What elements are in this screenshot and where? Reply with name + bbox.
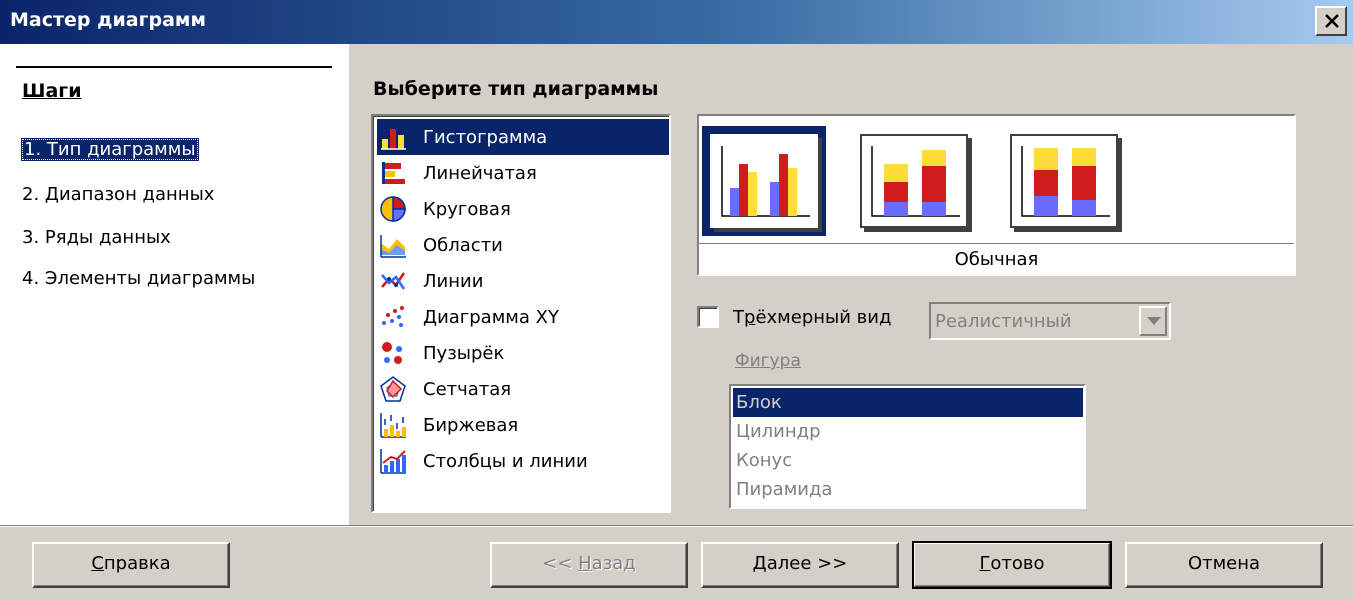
chart-type-label: Линейчатая <box>423 162 537 184</box>
chart-type-label: Пузырёк <box>423 342 505 364</box>
step-data-series[interactable]: 3. Ряды данных <box>22 227 171 248</box>
cancel-button[interactable]: Отмена <box>1125 542 1323 588</box>
variant-stacked[interactable] <box>852 126 976 236</box>
chart-type-list[interactable]: Гистограмма Линейчатая Круговая Области <box>371 114 671 513</box>
normal-variant-icon <box>721 146 810 217</box>
stock-chart-icon <box>380 413 406 438</box>
stacked-variant-icon <box>871 146 960 217</box>
bar-chart-icon <box>382 162 405 184</box>
column-line-chart-icon <box>380 449 406 474</box>
pie-chart-icon <box>380 196 406 222</box>
chart-variant-gallery: Обычная <box>697 114 1296 276</box>
line-chart-icon <box>381 272 406 290</box>
variant-label: Обычная <box>699 243 1294 274</box>
steps-heading: Шаги <box>22 80 82 102</box>
chart-type-label: Диаграмма XY <box>423 306 559 328</box>
chart-type-label: Биржевая <box>423 414 519 436</box>
steps-separator <box>16 66 332 68</box>
chart-type-line[interactable]: Линии <box>377 263 669 299</box>
chart-type-area[interactable]: Области <box>377 227 669 263</box>
chart-type-bar[interactable]: Линейчатая <box>377 155 669 191</box>
percent-stacked-variant-icon <box>1021 146 1110 217</box>
three-d-label[interactable]: Трёхмерный вид <box>733 307 891 328</box>
close-button[interactable] <box>1315 6 1347 36</box>
chart-type-pie[interactable]: Круговая <box>377 191 669 227</box>
shape-item-cone[interactable]: Конус <box>733 446 1083 475</box>
window-title: Мастер диаграмм <box>10 9 206 31</box>
step-chart-elements[interactable]: 4. Элементы диаграммы <box>22 268 255 289</box>
column-chart-icon <box>381 129 406 150</box>
close-icon <box>1325 14 1339 28</box>
chart-type-bubble[interactable]: Пузырёк <box>377 335 669 371</box>
chart-type-label: Столбцы и линии <box>423 450 588 472</box>
bubble-chart-icon <box>382 342 402 364</box>
shape-item-cylinder[interactable]: Цилиндр <box>733 417 1083 446</box>
scheme-value: Реалистичный <box>935 311 1072 332</box>
chart-type-label: Линии <box>423 270 484 292</box>
chart-type-xy[interactable]: Диаграмма XY <box>377 299 669 335</box>
step-chart-type[interactable]: 1. Тип диаграммы <box>21 138 199 161</box>
chart-type-label: Области <box>423 234 503 256</box>
help-button[interactable]: Справка <box>32 542 230 588</box>
chart-type-column-line[interactable]: Столбцы и линии <box>377 443 669 479</box>
chart-type-label: Круговая <box>423 198 511 220</box>
three-d-checkbox[interactable] <box>697 306 719 328</box>
dropdown-button[interactable] <box>1139 306 1167 336</box>
area-chart-icon <box>380 235 406 258</box>
finish-button[interactable]: Готово <box>912 541 1112 589</box>
shape-list[interactable]: Блок Цилиндр Конус Пирамида <box>729 384 1086 509</box>
chart-type-label: Гистограмма <box>423 126 548 148</box>
xy-scatter-icon <box>382 306 404 327</box>
steps-panel: Шаги 1. Тип диаграммы 2. Диапазон данных… <box>0 44 349 526</box>
net-chart-icon <box>380 376 406 402</box>
variant-percent-stacked[interactable] <box>1002 126 1126 236</box>
chart-type-column[interactable]: Гистограмма <box>377 119 669 155</box>
button-bar-separator <box>0 525 1353 527</box>
shape-item-block[interactable]: Блок <box>733 388 1083 417</box>
chart-type-heading: Выберите тип диаграммы <box>373 78 659 100</box>
three-d-scheme-select[interactable]: Реалистичный <box>929 302 1171 340</box>
chart-type-label: Сетчатая <box>423 378 512 400</box>
chart-type-net[interactable]: Сетчатая <box>377 371 669 407</box>
shape-item-pyramid[interactable]: Пирамида <box>733 475 1083 504</box>
step-data-range[interactable]: 2. Диапазон данных <box>22 184 214 205</box>
variant-normal[interactable] <box>702 126 826 236</box>
back-button[interactable]: << Назад <box>490 542 688 588</box>
chart-type-stock[interactable]: Биржевая <box>377 407 669 443</box>
chevron-down-icon <box>1147 317 1161 325</box>
shape-label: Фигура <box>735 351 801 371</box>
next-button[interactable]: Далее >> <box>701 542 899 588</box>
title-bar: Мастер диаграмм <box>0 0 1353 44</box>
